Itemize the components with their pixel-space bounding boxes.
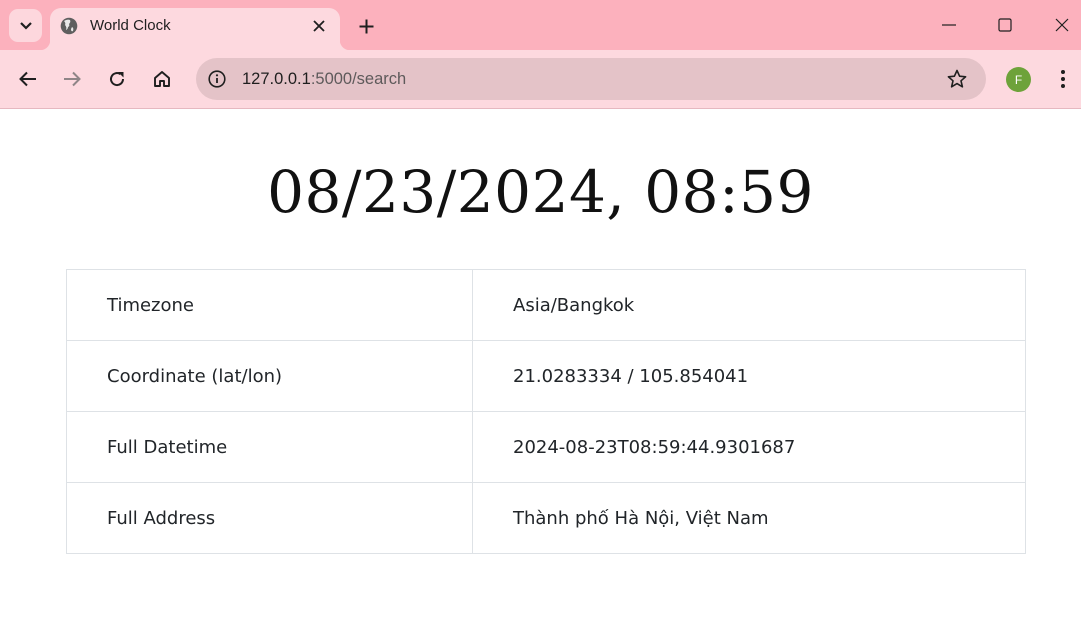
page-content: 08/23/2024, 08:59 Timezone Asia/Bangkok … [0,110,1081,628]
address-bar[interactable]: 127.0.0.1:5000/search [196,58,986,100]
home-icon [154,71,170,87]
site-info-button[interactable] [206,68,228,90]
url-host: 127.0.0.1 [242,70,311,88]
reload-icon [110,72,125,87]
close-icon [313,20,325,32]
minimize-button[interactable] [936,12,962,38]
forward-button[interactable] [58,65,86,93]
url-path: :5000/search [310,70,407,88]
back-button[interactable] [14,65,42,93]
full-datetime-label: Full Datetime [66,411,473,483]
tab-search-icon [19,21,32,30]
globe-icon [60,17,78,35]
coordinate-label: Coordinate (lat/lon) [66,340,473,412]
window-close-button[interactable] [1049,12,1075,38]
home-button[interactable] [148,65,176,93]
timezone-label: Timezone [66,269,473,341]
full-address-label: Full Address [66,482,473,554]
full-datetime-value: 2024-08-23T08:59:44.9301687 [472,411,1026,483]
maximize-icon [998,18,1012,32]
site-info-icon [208,70,226,88]
forward-arrow-icon [64,71,81,87]
browser-tab-active[interactable]: World Clock [40,8,350,50]
reload-button[interactable] [103,65,131,93]
tab-title: World Clock [90,17,171,34]
browser-toolbar: 127.0.0.1:5000/search F [0,50,1081,109]
full-address-value: Thành phố Hà Nội, Việt Nam [472,482,1026,554]
table-row: Coordinate (lat/lon) 21.0283334 / 105.85… [66,340,1026,412]
more-vert-icon [1061,70,1065,88]
browser-menu-button[interactable] [1052,66,1074,92]
url-text[interactable]: 127.0.0.1:5000/search [242,69,406,89]
profile-avatar[interactable]: F [1006,67,1031,92]
location-info-table: Timezone Asia/Bangkok Coordinate (lat/lo… [66,269,1026,554]
tab-close-button[interactable] [310,17,328,35]
plus-icon [359,19,373,33]
coordinate-value: 21.0283334 / 105.854041 [472,340,1026,412]
browser-titlebar: World Clock [0,0,1081,50]
maximize-button[interactable] [992,12,1018,38]
new-tab-button[interactable] [354,14,378,38]
tab-search-button[interactable] [9,9,42,42]
minimize-icon [942,24,956,26]
star-icon [947,69,967,88]
back-arrow-icon [19,71,36,87]
table-row: Timezone Asia/Bangkok [66,269,1026,341]
table-row: Full Datetime 2024-08-23T08:59:44.930168… [66,411,1026,483]
bookmark-button[interactable] [946,68,968,90]
current-datetime: 08/23/2024, 08:59 [267,158,814,226]
table-row: Full Address Thành phố Hà Nội, Việt Nam [66,482,1026,554]
timezone-value: Asia/Bangkok [472,269,1026,341]
window-close-icon [1055,18,1069,32]
